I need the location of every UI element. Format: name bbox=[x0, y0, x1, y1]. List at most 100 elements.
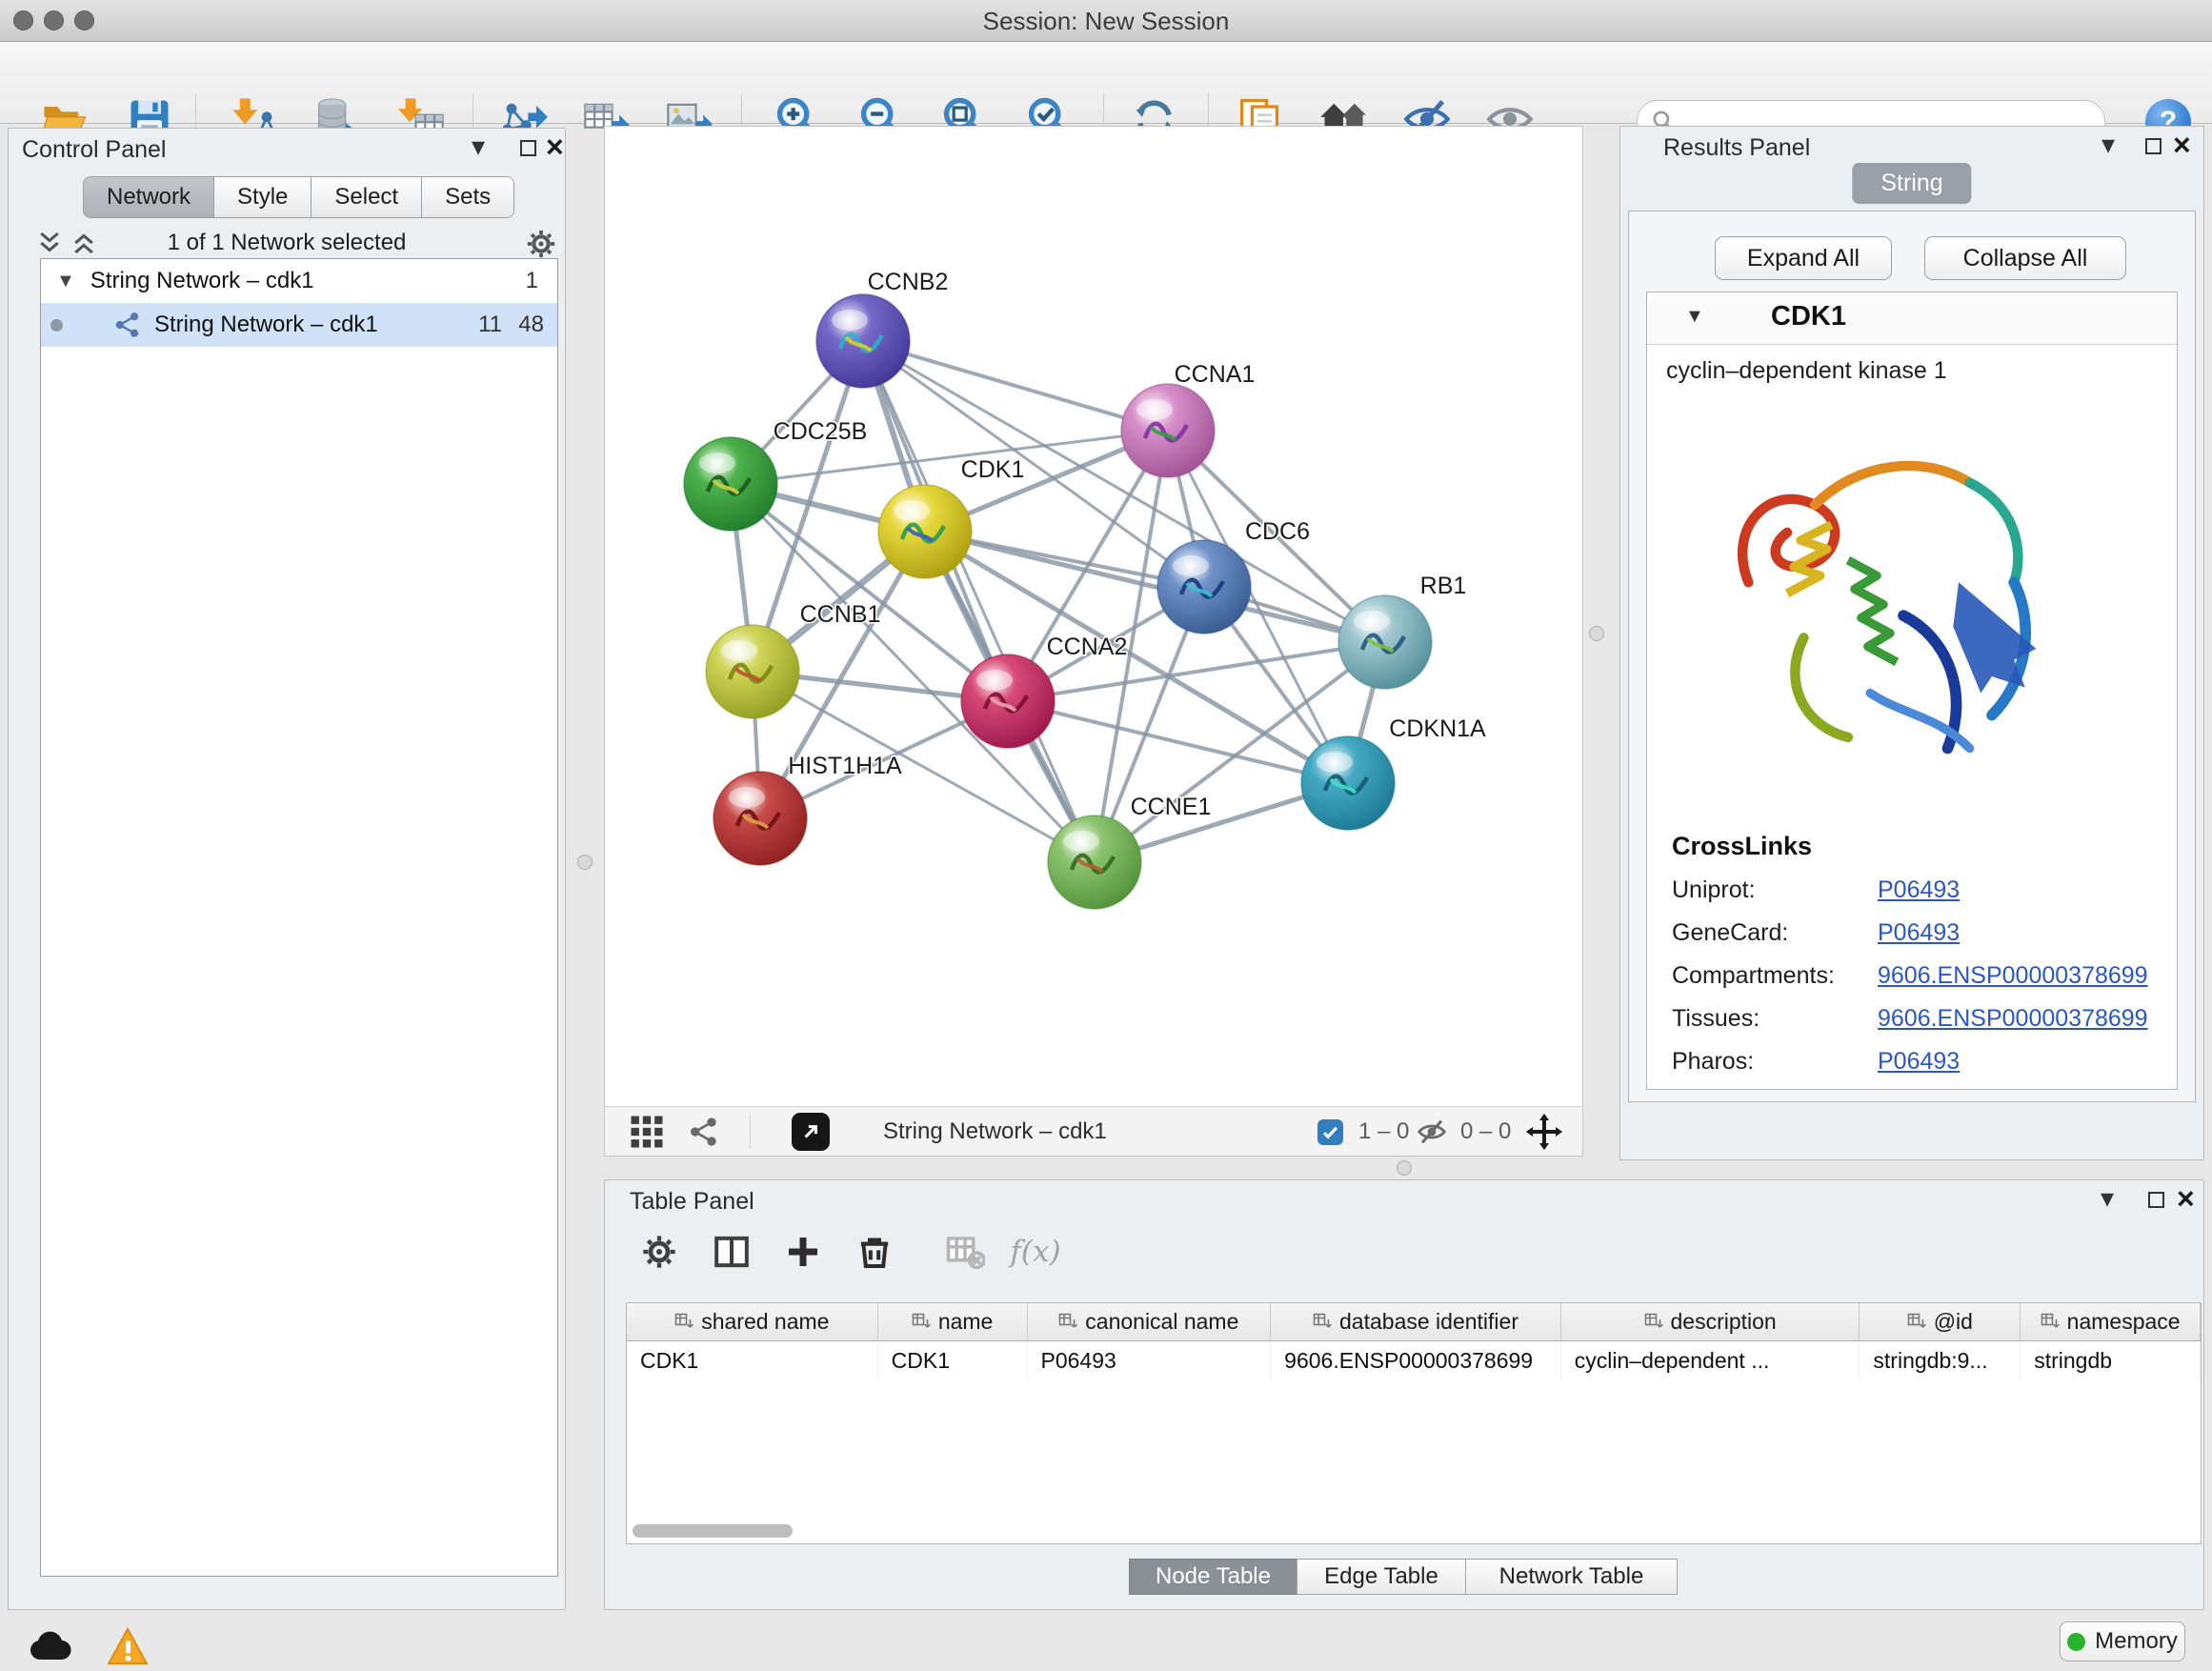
crosslink-value-link[interactable]: 9606.ENSP00000378699 bbox=[1878, 1005, 2148, 1033]
right-splitter-handle[interactable] bbox=[1589, 626, 1604, 641]
crosslink-value-link[interactable]: 9606.ENSP00000378699 bbox=[1878, 962, 2148, 990]
warnings-button[interactable] bbox=[107, 1627, 149, 1670]
table-cell[interactable]: stringdb:9... bbox=[1860, 1341, 2021, 1379]
crosslink-row: GeneCard:P06493 bbox=[1672, 916, 1960, 949]
detach-view-button[interactable] bbox=[792, 1113, 830, 1151]
tree-row-network[interactable]: String Network – cdk1 11 48 bbox=[41, 303, 557, 347]
column-header-label: name bbox=[938, 1309, 994, 1335]
network-node-CDK1[interactable] bbox=[878, 485, 972, 578]
gene-card-header[interactable]: ▼ CDK1 bbox=[1647, 292, 2177, 345]
crosslink-label: Tissues: bbox=[1672, 1005, 1878, 1033]
column-header-label: canonical name bbox=[1085, 1309, 1238, 1335]
crosslink-value-link[interactable]: P06493 bbox=[1878, 1048, 1960, 1076]
table-cell[interactable]: cyclin–dependent ... bbox=[1561, 1341, 1860, 1379]
column-header--id[interactable]: @id bbox=[1860, 1303, 2021, 1341]
node-label-CCNB1: CCNB1 bbox=[800, 601, 881, 628]
cloud-icon bbox=[27, 1629, 72, 1661]
close-panel-icon[interactable]: × bbox=[2177, 1184, 2195, 1213]
tab-edge-table[interactable]: Edge Table bbox=[1297, 1559, 1466, 1595]
crosslinks-title: CrossLinks bbox=[1672, 832, 1812, 861]
bottom-splitter-handle[interactable] bbox=[1397, 1160, 1412, 1176]
expand-all-button[interactable]: Expand All bbox=[1715, 236, 1892, 280]
network-node-CDC25B[interactable] bbox=[684, 437, 777, 531]
crosslink-row: Compartments:9606.ENSP00000378699 bbox=[1672, 959, 2148, 992]
node-table[interactable]: shared name name canonical name database id… bbox=[626, 1302, 2202, 1544]
delete-table-button[interactable] bbox=[943, 1230, 987, 1274]
network-node-CCNB2[interactable] bbox=[816, 294, 910, 388]
column-header-namespace[interactable]: namespace bbox=[2021, 1303, 2201, 1341]
node-label-HIST1H1A: HIST1H1A bbox=[788, 753, 902, 779]
network-canvas[interactable]: CCNB2CCNA1CDC25BCDK1CDC6RB1CCNB1CCNA2CDK… bbox=[605, 127, 1582, 1107]
memory-button[interactable]: Memory bbox=[2060, 1621, 2185, 1661]
table-cell[interactable]: P06493 bbox=[1027, 1341, 1271, 1379]
cloud-status-button[interactable] bbox=[27, 1629, 72, 1666]
grid-view-button[interactable] bbox=[630, 1113, 664, 1151]
show-columns-button[interactable] bbox=[710, 1230, 754, 1274]
tab-style[interactable]: Style bbox=[214, 177, 312, 217]
hidden-count: 0 – 0 bbox=[1460, 1113, 1511, 1151]
overview-toggle-button[interactable] bbox=[689, 1113, 719, 1151]
table-options-button[interactable] bbox=[637, 1230, 681, 1274]
tab-select[interactable]: Select bbox=[312, 177, 422, 217]
panel-menu-icon[interactable]: ▾ bbox=[2101, 131, 2115, 158]
tab-network[interactable]: Network bbox=[84, 177, 214, 217]
crosslink-label: Uniprot: bbox=[1672, 876, 1878, 904]
trash-icon bbox=[855, 1233, 894, 1271]
tree-row-collection[interactable]: ▼ String Network – cdk1 1 bbox=[41, 259, 557, 303]
column-header-canonical-name[interactable]: canonical name bbox=[1028, 1303, 1272, 1341]
network-node-CCNE1[interactable] bbox=[1048, 815, 1141, 909]
float-panel-icon[interactable] bbox=[2148, 1192, 2164, 1208]
memory-ok-icon bbox=[2067, 1633, 2085, 1651]
delete-column-button[interactable] bbox=[853, 1230, 896, 1274]
node-label-CDK1: CDK1 bbox=[961, 456, 1025, 483]
results-panel-title: Results Panel bbox=[1663, 134, 1810, 162]
tab-string[interactable]: String bbox=[1852, 163, 1971, 204]
table-panel: Table Panel ▾ × bbox=[604, 1179, 2204, 1610]
selected-checkbox[interactable] bbox=[1317, 1113, 1343, 1151]
float-panel-icon[interactable] bbox=[2145, 138, 2162, 154]
panel-menu-icon[interactable]: ▾ bbox=[472, 133, 485, 160]
node-label-CCNE1: CCNE1 bbox=[1131, 794, 1212, 820]
crosslink-value-link[interactable]: P06493 bbox=[1878, 876, 1960, 904]
table-cell[interactable]: stringdb bbox=[2021, 1341, 2201, 1379]
network-node-HIST1H1A[interactable] bbox=[714, 772, 807, 865]
float-panel-icon[interactable] bbox=[520, 140, 536, 156]
add-column-button[interactable] bbox=[781, 1230, 825, 1274]
memory-label: Memory bbox=[2095, 1628, 2178, 1655]
collapse-all-button[interactable]: Collapse All bbox=[1924, 236, 2126, 280]
table-horizontal-scrollbar[interactable] bbox=[633, 1524, 793, 1538]
column-header-description[interactable]: description bbox=[1561, 1303, 1860, 1341]
network-node-RB1[interactable] bbox=[1338, 595, 1432, 689]
crosslink-row: Pharos:P06493 bbox=[1672, 1045, 1960, 1077]
network-node-CCNA1[interactable] bbox=[1121, 384, 1215, 477]
tab-network-table[interactable]: Network Table bbox=[1465, 1559, 1678, 1595]
close-panel-icon[interactable]: × bbox=[2173, 131, 2191, 159]
column-header-shared-name[interactable]: shared name bbox=[627, 1303, 878, 1341]
table-row[interactable]: CDK1CDK1P064939606.ENSP00000378699cyclin… bbox=[627, 1341, 2201, 1379]
tab-node-table[interactable]: Node Table bbox=[1129, 1559, 1297, 1595]
hidden-toggle-button[interactable] bbox=[1417, 1113, 1447, 1151]
window-title: Session: New Session bbox=[0, 7, 2212, 36]
table-cell[interactable]: CDK1 bbox=[627, 1341, 878, 1379]
table-cell[interactable]: 9606.ENSP00000378699 bbox=[1271, 1341, 1561, 1379]
fit-content-button[interactable] bbox=[1525, 1113, 1563, 1151]
close-panel-icon[interactable]: × bbox=[546, 132, 564, 161]
delete-table-icon bbox=[945, 1232, 985, 1272]
left-splitter-handle[interactable] bbox=[577, 855, 593, 870]
column-header-database-identifier[interactable]: database identifier bbox=[1271, 1303, 1561, 1341]
network-node-CDKN1A[interactable] bbox=[1301, 736, 1395, 830]
column-header-name[interactable]: name bbox=[878, 1303, 1028, 1341]
network-node-CCNA2[interactable] bbox=[961, 654, 1055, 748]
collapse-section-icon[interactable]: ▼ bbox=[1685, 306, 1704, 328]
panel-menu-icon[interactable]: ▾ bbox=[2101, 1185, 2114, 1212]
fx-icon: f(x) bbox=[1010, 1235, 1060, 1269]
network-node-CCNB1[interactable] bbox=[706, 625, 799, 718]
crosslink-row: Tissues:9606.ENSP00000378699 bbox=[1672, 1002, 2148, 1035]
network-node-CDC6[interactable] bbox=[1157, 540, 1251, 634]
network-tree: ▼ String Network – cdk1 1 String Network… bbox=[40, 258, 558, 1577]
table-cell[interactable]: CDK1 bbox=[878, 1341, 1028, 1379]
nv-separator bbox=[750, 1115, 751, 1149]
tab-sets[interactable]: Sets bbox=[422, 177, 513, 217]
function-builder-button[interactable]: f(x) bbox=[997, 1230, 1074, 1274]
crosslink-value-link[interactable]: P06493 bbox=[1878, 919, 1960, 947]
